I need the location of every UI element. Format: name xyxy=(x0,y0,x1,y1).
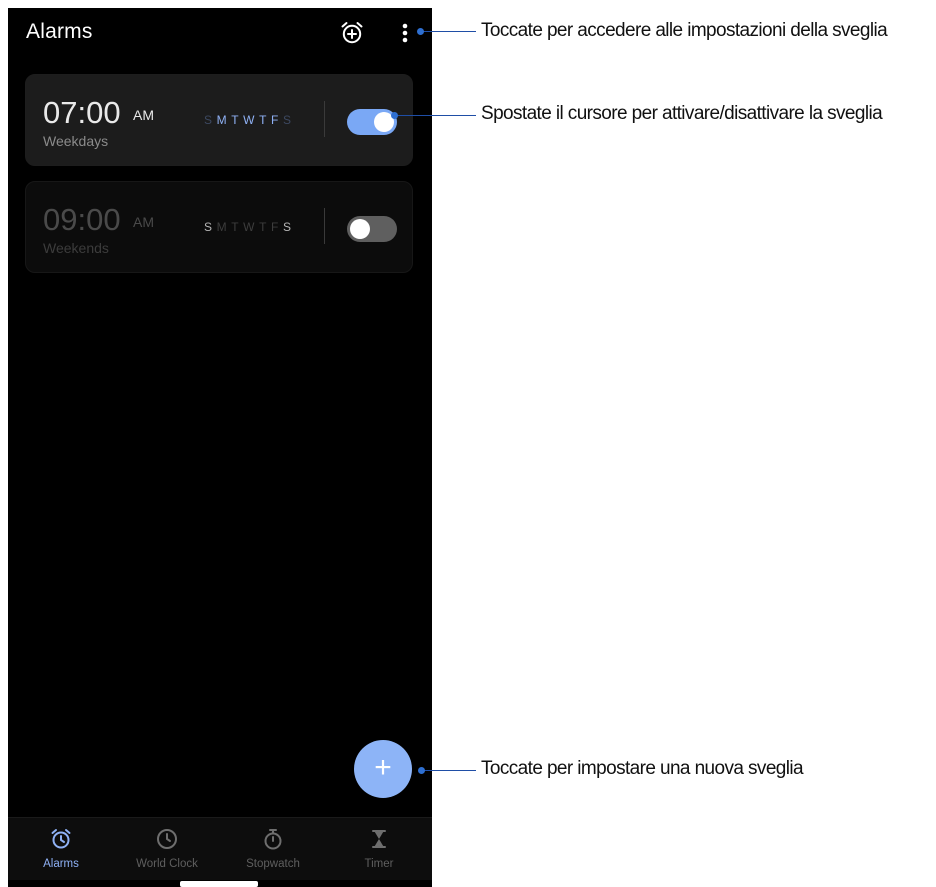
alarm-ampm: AM xyxy=(133,214,154,230)
callout-line-new-alarm xyxy=(418,767,476,774)
day-wednesday: W xyxy=(243,220,260,234)
top-app-bar: Alarms xyxy=(8,8,432,60)
alarm-label: Weekends xyxy=(43,240,109,256)
callout-dot xyxy=(391,112,398,119)
clock-icon xyxy=(157,829,177,849)
callout-line-toggle xyxy=(391,112,476,119)
day-wednesday: W xyxy=(243,113,260,127)
day-monday: M xyxy=(216,113,232,127)
nav-item-alarms[interactable]: Alarms xyxy=(8,818,114,880)
alarm-add-icon xyxy=(341,22,363,44)
hourglass-icon xyxy=(372,830,386,848)
divider xyxy=(324,101,325,137)
toggle-knob xyxy=(350,219,370,239)
alarm-label: Weekdays xyxy=(43,133,109,149)
page-title: Alarms xyxy=(26,20,93,43)
add-alarm-button[interactable] xyxy=(339,20,365,46)
stopwatch-icon xyxy=(264,829,282,850)
alarm-time: 09:00 xyxy=(43,202,121,237)
divider xyxy=(324,208,325,244)
day-thursday: T xyxy=(259,220,272,234)
new-alarm-fab[interactable]: + xyxy=(354,740,412,798)
nav-item-stopwatch[interactable]: Stopwatch xyxy=(220,818,326,880)
home-indicator xyxy=(180,881,258,887)
day-friday: F xyxy=(271,220,283,234)
more-options-button[interactable] xyxy=(393,20,417,46)
nav-item-timer[interactable]: Timer xyxy=(326,818,432,880)
callout-toggle-text: Spostate il cursore per attivare/disatti… xyxy=(481,103,883,124)
day-monday: M xyxy=(216,220,232,234)
day-saturday: S xyxy=(282,220,296,234)
phone-screen: Alarms 07:00 AM Weekdays SMTWTFS 09:00 A… xyxy=(8,8,432,887)
callout-dot xyxy=(417,28,424,35)
day-thursday: T xyxy=(259,113,272,127)
alarm-toggle[interactable] xyxy=(347,109,397,135)
repeat-days: SMTWTFS xyxy=(204,220,296,234)
callout-new-alarm-text: Toccate per impostare una nuova sveglia xyxy=(481,758,804,779)
bottom-nav: Alarms World Clock Stopwatch Timer xyxy=(8,817,432,880)
alarm-card[interactable]: 07:00 AM Weekdays SMTWTFS xyxy=(25,74,413,166)
nav-label: World Clock xyxy=(136,858,198,870)
repeat-days: SMTWTFS xyxy=(204,113,296,127)
day-saturday: S xyxy=(282,113,296,127)
day-tuesday: T xyxy=(231,220,244,234)
alarm-clock-icon xyxy=(51,829,71,849)
more-vert-icon xyxy=(402,23,408,43)
alarm-ampm: AM xyxy=(133,107,154,123)
nav-item-world-clock[interactable]: World Clock xyxy=(114,818,220,880)
alarm-time: 07:00 xyxy=(43,95,121,130)
nav-label: Alarms xyxy=(43,858,79,870)
day-sunday: S xyxy=(204,113,217,127)
callout-line-settings xyxy=(417,28,476,35)
callout-settings-text: Toccate per accedere alle impostazioni d… xyxy=(481,20,888,41)
nav-label: Stopwatch xyxy=(246,858,300,870)
day-friday: F xyxy=(271,113,283,127)
day-sunday: S xyxy=(204,220,217,234)
day-tuesday: T xyxy=(231,113,244,127)
alarm-toggle[interactable] xyxy=(347,216,397,242)
callout-dot xyxy=(418,767,425,774)
alarm-card[interactable]: 09:00 AM Weekends SMTWTFS xyxy=(25,181,413,273)
nav-label: Timer xyxy=(364,858,394,870)
